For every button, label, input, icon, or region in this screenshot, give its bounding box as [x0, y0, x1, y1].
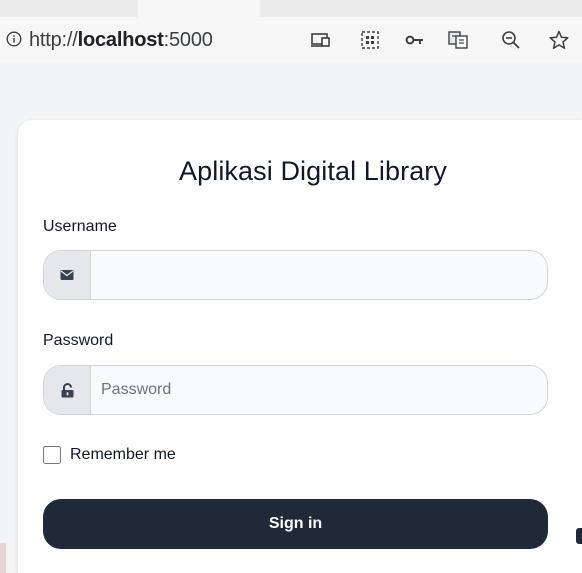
url-scheme: http:// — [29, 29, 78, 51]
username-label: Username — [43, 218, 117, 235]
cast-icon[interactable] — [310, 29, 332, 51]
url-host: localhost — [77, 29, 164, 51]
url-port: :5000 — [163, 29, 213, 51]
translate-icon[interactable] — [447, 29, 469, 51]
envelope-icon — [60, 270, 74, 280]
url-text[interactable]: http://localhost:5000 — [29, 29, 213, 52]
username-addon — [44, 251, 91, 299]
password-input-group — [43, 365, 548, 415]
qr-code-icon[interactable] — [359, 29, 381, 51]
username-input-group — [43, 250, 548, 300]
login-card: Aplikasi Digital Library Username Passwo… — [18, 120, 582, 573]
browser-address-bar[interactable]: http://localhost:5000 — [0, 17, 582, 63]
remember-me-row: Remember me — [43, 444, 176, 466]
key-icon[interactable] — [404, 29, 426, 51]
password-addon — [44, 366, 91, 414]
sign-in-button[interactable]: Sign in — [43, 499, 548, 549]
bookmark-star-icon[interactable] — [548, 29, 570, 51]
page-edge-right — [576, 528, 582, 544]
zoom-out-icon[interactable] — [500, 29, 522, 51]
browser-tab-strip — [0, 0, 582, 17]
browser-active-tab[interactable] — [138, 0, 260, 17]
password-label: Password — [43, 332, 114, 349]
page-edge-left — [0, 543, 6, 573]
page-title: Aplikasi Digital Library — [179, 156, 447, 186]
password-input[interactable] — [91, 366, 546, 414]
unlock-icon — [61, 382, 73, 397]
remember-me-label[interactable]: Remember me — [70, 446, 176, 464]
username-input[interactable] — [91, 251, 546, 299]
info-icon[interactable] — [6, 31, 22, 47]
remember-me-checkbox[interactable] — [43, 446, 61, 464]
